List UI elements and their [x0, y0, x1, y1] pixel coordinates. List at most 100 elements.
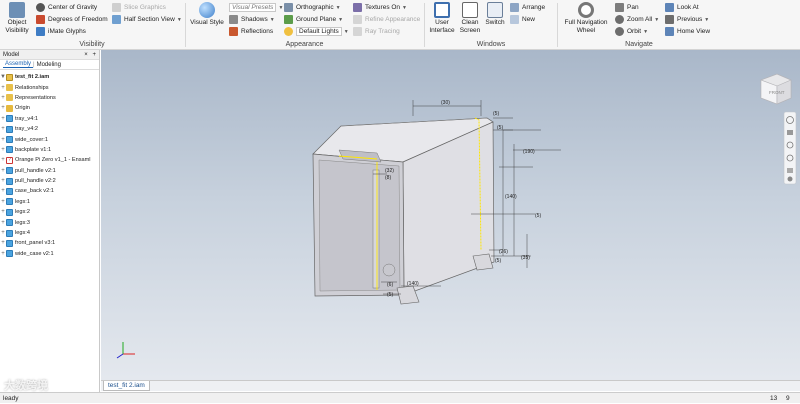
ribbon-separator [185, 3, 186, 47]
part-icon [6, 125, 13, 133]
ray-tracing-button[interactable]: Ray Tracing [353, 26, 400, 37]
chevron-down-icon: ▼ [643, 28, 649, 35]
browser-tabs: Assembly | Modeling [0, 60, 99, 70]
dimension-label: (5) [387, 292, 393, 298]
part-icon [6, 177, 13, 185]
navigation-bar[interactable] [783, 111, 797, 185]
tree-item[interactable]: + pull_handle v2:2 [0, 176, 99, 186]
center-of-gravity-icon [36, 3, 45, 12]
new-window-button[interactable]: New [510, 14, 535, 25]
tree-item-label: Orange Pi Zero v1_1 - Ensaml [15, 157, 91, 164]
tree-item-label: legs:2 [15, 209, 30, 216]
object-visibility-button[interactable]: Object Visibility [3, 2, 31, 34]
tree-item[interactable]: +? Orange Pi Zero v1_1 - Ensaml [0, 155, 99, 165]
tree-item-label: Representations [15, 94, 56, 101]
tree-item[interactable]: + wide_case v2:1 [0, 249, 99, 259]
look-at-button[interactable]: Look At [665, 2, 699, 13]
part-icon [6, 239, 13, 247]
document-tab[interactable]: test_fit 2.iam [103, 381, 150, 391]
pan-hand-icon [615, 3, 624, 12]
previous-view-icon [665, 15, 674, 24]
slice-graphics-button[interactable]: Slice Graphics [112, 2, 166, 13]
look-at-icon [665, 3, 674, 12]
status-bar: leady 13 9 [0, 392, 800, 403]
refine-appearance-button[interactable]: Refine Appearance [353, 14, 420, 25]
part-icon [6, 229, 13, 237]
windows-group: User Interface Clean Screen Switch Arran… [426, 0, 556, 50]
tree-item[interactable]: + legs:3 [0, 217, 99, 227]
object-visibility-icon [9, 2, 25, 18]
chevron-down-icon: ▼ [335, 4, 341, 11]
tree-item[interactable]: + legs:4 [0, 228, 99, 238]
tree-item-label: tray_v4:2 [15, 126, 39, 133]
dimension-label: (5) [497, 125, 503, 131]
tree-item[interactable]: + case_back v2:1 [0, 186, 99, 196]
orbit-button[interactable]: Orbit ▼ [615, 26, 648, 37]
visual-presets-dropdown[interactable]: Visual Presets ▼ [229, 2, 283, 13]
graphics-viewport[interactable]: FRONT (30) (5) (5) (190) (32) (8) (140) … [101, 50, 800, 380]
viewcube[interactable]: FRONT [760, 73, 792, 105]
tree-item[interactable]: + backplate v1:1 [0, 145, 99, 155]
switch-button[interactable]: Switch [484, 2, 506, 27]
home-icon [665, 27, 674, 36]
half-section-view-button[interactable]: Half Section View ▼ [112, 14, 182, 25]
browser-header: Model × + [0, 50, 99, 60]
tree-item[interactable]: + pull_handle v2:1 [0, 166, 99, 176]
tree-item[interactable]: + tray_v4:1 [0, 114, 99, 124]
part-icon [6, 187, 13, 195]
tree-item-label: wide_case v2:1 [15, 250, 54, 257]
reflections-button[interactable]: Reflections [229, 26, 273, 37]
tree-item-label: case_back v2:1 [15, 188, 54, 195]
tree-root[interactable]: ▼ test_fit 2.iam [0, 72, 99, 82]
browser-tree: ▼ test_fit 2.iam + Relationships + Represen… [0, 70, 99, 259]
appearance-group: Visual Style Visual Presets ▼ Shadows ▼ … [187, 0, 422, 50]
tree-item[interactable]: + Origin [0, 103, 99, 113]
arrange-icon [510, 3, 519, 12]
imate-glyphs-button[interactable]: iMate Glyphs [36, 26, 86, 37]
center-of-gravity-button[interactable]: Center of Gravity [36, 2, 97, 13]
tree-item[interactable]: + Relationships [0, 82, 99, 92]
zoom-all-button[interactable]: Zoom All ▼ [615, 14, 659, 25]
user-interface-button[interactable]: User Interface [428, 2, 456, 34]
navigate-group-label: Navigate [625, 41, 653, 48]
dimension-label: (5) [535, 213, 541, 219]
clean-screen-button[interactable]: Clean Screen [458, 2, 482, 34]
previous-view-button[interactable]: Previous ▼ [665, 14, 709, 25]
user-interface-icon [434, 2, 450, 18]
dimension-label: (8) [385, 175, 391, 181]
enclosure-model[interactable] [312, 117, 495, 305]
visibility-group: Object Visibility Center of Gravity Degr… [0, 0, 184, 50]
navigation-wheel-icon [578, 2, 594, 18]
close-icon[interactable]: × [84, 52, 88, 58]
dimension-label: (5) [495, 258, 501, 264]
browser-controls: × + [84, 52, 96, 58]
add-icon[interactable]: + [92, 52, 96, 58]
tree-item[interactable]: + legs:1 [0, 197, 99, 207]
watermark: 大数跨境 [4, 380, 48, 392]
refine-appearance-icon [353, 15, 362, 24]
chevron-down-icon: ▼ [402, 4, 407, 11]
full-navigation-wheel-button[interactable]: Full Navigation Wheel [561, 2, 611, 34]
visual-style-button[interactable]: Visual Style [189, 2, 225, 27]
light-bulb-icon [284, 27, 293, 36]
tree-item[interactable]: + Representations [0, 93, 99, 103]
arrange-button[interactable]: Arrange [510, 2, 545, 13]
home-view-button[interactable]: Home View [665, 26, 710, 37]
orthographic-icon [284, 3, 293, 12]
pan-button[interactable]: Pan [615, 2, 639, 13]
tree-item[interactable]: + wide_cover:1 [0, 134, 99, 144]
ground-plane-button[interactable]: Ground Plane ▼ [284, 14, 343, 25]
orthographic-button[interactable]: Orthographic ▼ [284, 2, 341, 13]
tree-item-label: backplate v1:1 [15, 146, 52, 153]
part-icon [6, 167, 13, 175]
assembly-icon [6, 73, 13, 81]
tab-assembly[interactable]: Assembly [3, 61, 34, 68]
tab-modeling[interactable]: Modeling [35, 62, 63, 68]
shadows-button[interactable]: Shadows ▼ [229, 14, 275, 25]
tree-item[interactable]: + legs:2 [0, 207, 99, 217]
tree-item[interactable]: + front_panel v3:1 [0, 238, 99, 248]
degrees-of-freedom-button[interactable]: Degrees of Freedom [36, 14, 108, 25]
lights-dropdown[interactable]: Default Lights ▼ [284, 26, 349, 37]
textures-on-button[interactable]: Textures On ▼ [353, 2, 407, 13]
tree-item[interactable]: + tray_v4:2 [0, 124, 99, 134]
